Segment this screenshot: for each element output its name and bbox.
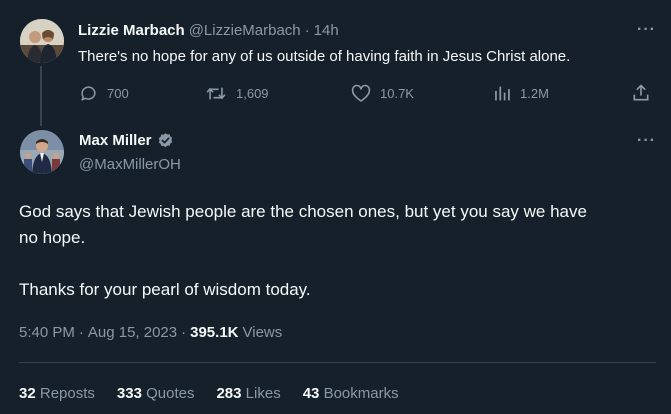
- tweet-date[interactable]: Aug 15, 2023: [88, 324, 177, 341]
- repost-count: 1,609: [236, 86, 269, 101]
- reply-action-repost[interactable]: 1,609: [205, 84, 269, 103]
- repost-icon: [206, 87, 226, 100]
- tweet-views-label: Views: [242, 324, 283, 341]
- tweet-paragraph-1b: no hope.: [19, 228, 86, 247]
- comment-icon: [81, 86, 96, 101]
- tweet-author-row: Max Miller: [79, 132, 174, 149]
- tweet-paragraph-1: God says that Jewish people are the chos…: [19, 202, 587, 221]
- stats-divider: [19, 362, 656, 363]
- stat-bookmarks[interactable]: 43 Bookmarks: [303, 385, 399, 402]
- reply-author-name[interactable]: Lizzie Marbach: [78, 22, 185, 39]
- avatar-photo-icon: [20, 130, 64, 174]
- share-icon: [633, 84, 649, 101]
- heart-icon: [351, 84, 371, 102]
- tweet-meta-separator: ·: [78, 324, 84, 341]
- tweet-more-button[interactable]: ···: [637, 132, 656, 150]
- reply-count: 700: [107, 86, 129, 101]
- reply-header: Lizzie Marbach @LizzieMarbach · 14h: [78, 22, 339, 39]
- tweet-author-name[interactable]: Max Miller: [79, 132, 152, 149]
- reply-separator: ·: [304, 22, 310, 39]
- tweet-view-count[interactable]: 395.1K: [190, 324, 238, 341]
- avatar-max-miller[interactable]: [20, 130, 64, 174]
- avatar-lizzie[interactable]: [20, 19, 64, 63]
- reply-age[interactable]: 14h: [314, 22, 339, 39]
- tweet-meta-separator-2: ·: [181, 324, 187, 341]
- reply-action-share[interactable]: [631, 83, 651, 103]
- verified-badge-icon[interactable]: [157, 132, 174, 149]
- tweet-author-handle[interactable]: @MaxMillerOH: [79, 156, 181, 173]
- analytics-icon: [495, 86, 510, 101]
- like-count: 10.7K: [380, 86, 414, 101]
- tweet-body: God says that Jewish people are the chos…: [19, 199, 659, 303]
- more-icon: ···: [637, 21, 656, 38]
- views-count: 1.2M: [520, 86, 549, 101]
- engagement-stats: 32 Reposts 333 Quotes 283 Likes 43 Bookm…: [19, 385, 399, 402]
- reply-action-comment[interactable]: 700: [79, 84, 129, 103]
- stat-likes[interactable]: 283 Likes: [216, 385, 280, 402]
- tweet-paragraph-2: Thanks for your pearl of wisdom today.: [19, 280, 311, 299]
- tweet-meta: 5:40 PM · Aug 15, 2023 · 395.1K Views: [19, 324, 282, 341]
- thread-connector-line: [40, 66, 42, 126]
- reply-text: There's no hope for any of us outside of…: [78, 48, 571, 65]
- reply-action-views[interactable]: 1.2M: [493, 84, 549, 103]
- reply-action-like[interactable]: 10.7K: [351, 84, 414, 103]
- stat-quotes[interactable]: 333 Quotes: [117, 385, 195, 402]
- more-icon: ···: [637, 132, 656, 149]
- reply-more-button[interactable]: ···: [637, 21, 656, 39]
- stat-reposts[interactable]: 32 Reposts: [19, 385, 95, 402]
- reply-author-handle[interactable]: @LizzieMarbach: [189, 22, 301, 39]
- tweet-time[interactable]: 5:40 PM: [19, 324, 75, 341]
- avatar-photo-icon: [20, 19, 64, 63]
